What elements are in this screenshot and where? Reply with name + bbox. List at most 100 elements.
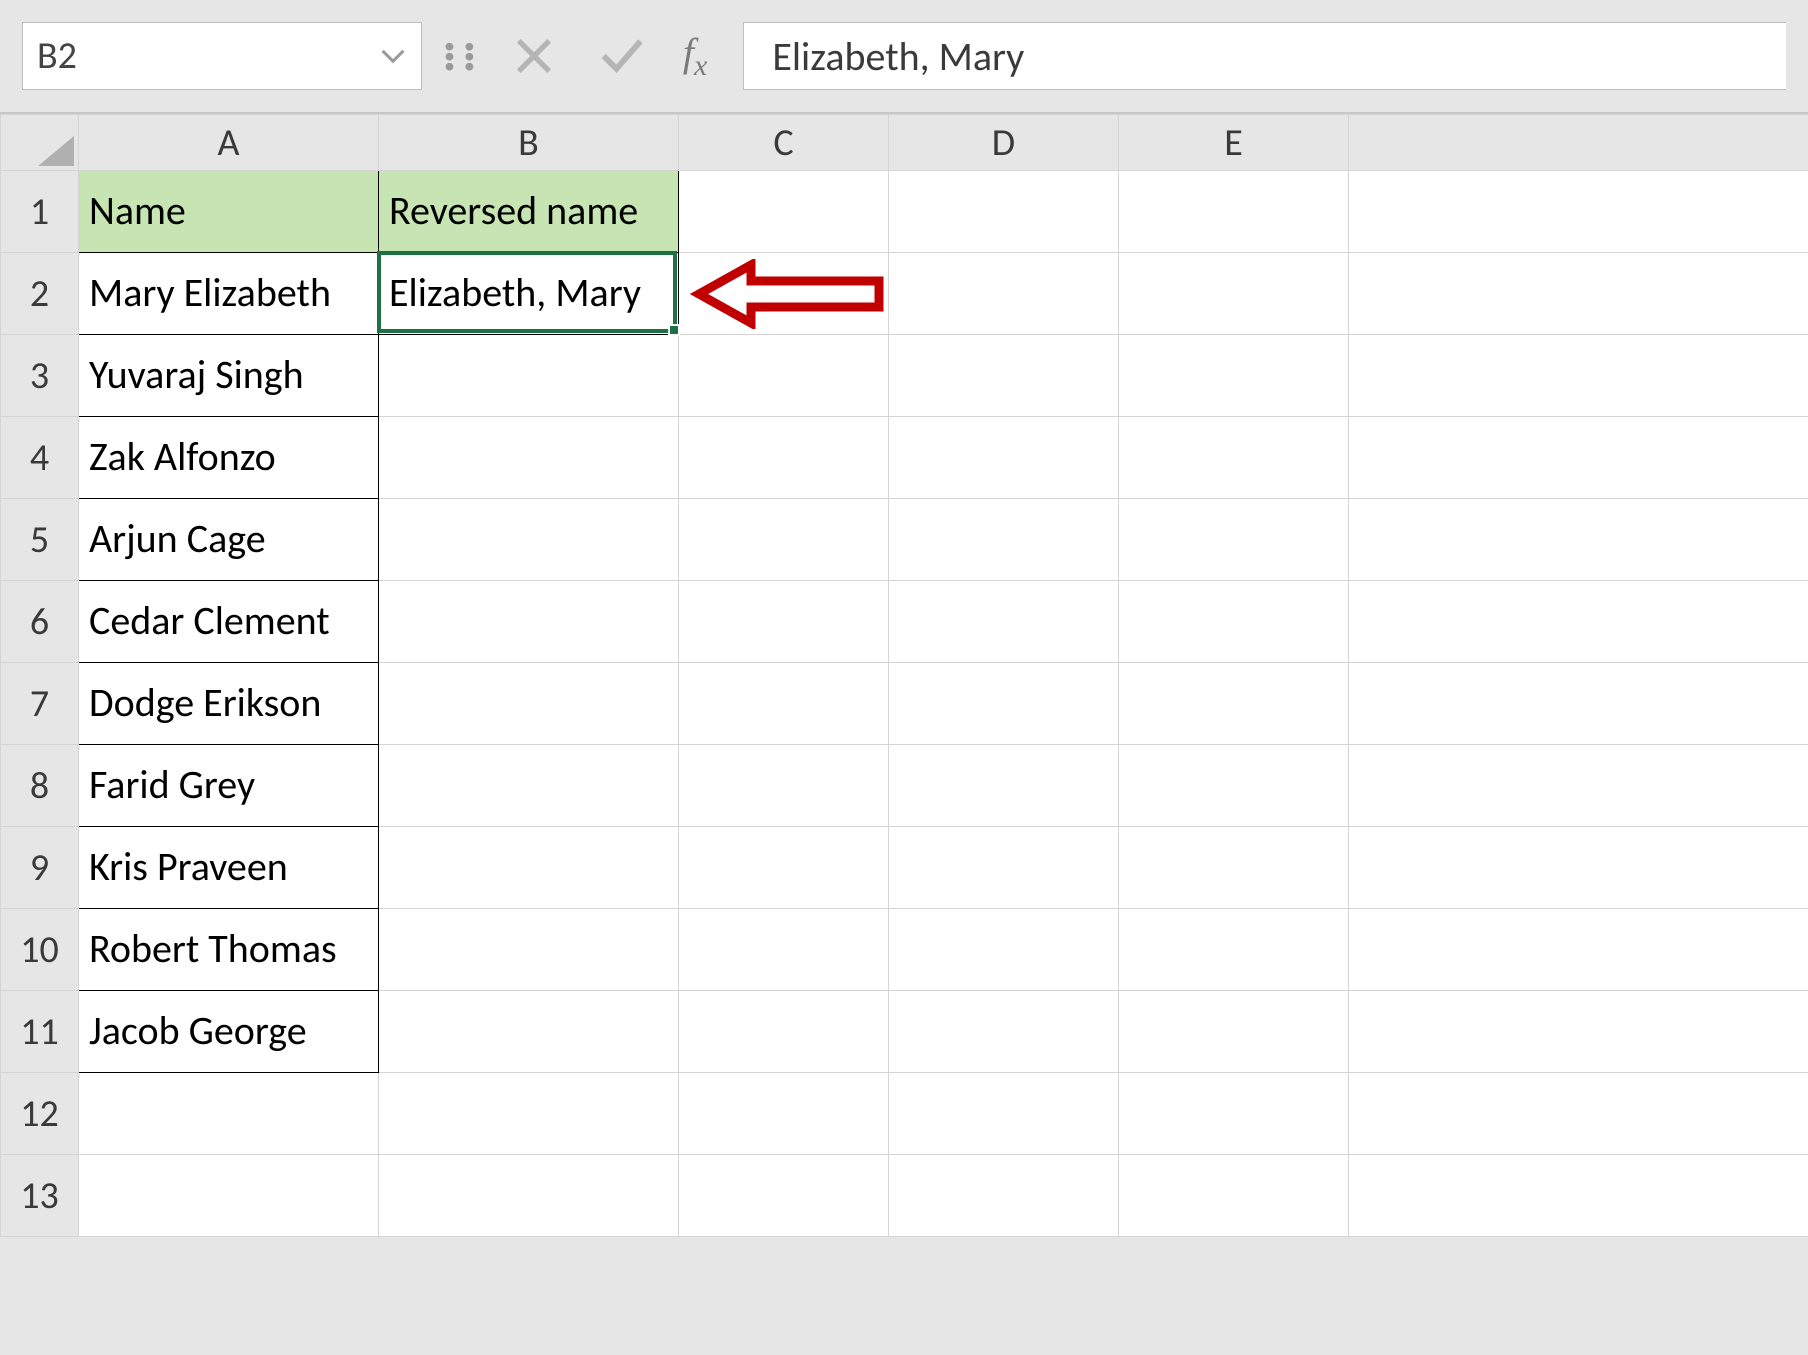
cell-B13[interactable] [379,1155,679,1237]
cell[interactable] [1349,663,1808,745]
cell[interactable] [1119,991,1349,1073]
row-header[interactable]: 4 [1,417,79,499]
row-header[interactable]: 5 [1,499,79,581]
cell-B4[interactable] [379,417,679,499]
row-header[interactable]: 2 [1,253,79,335]
cell[interactable] [889,581,1119,663]
cell[interactable] [679,745,889,827]
col-header-D[interactable]: D [889,115,1119,171]
enter-button[interactable] [587,22,657,90]
row-header[interactable]: 10 [1,909,79,991]
cell[interactable] [679,499,889,581]
cell[interactable] [1349,909,1808,991]
cell-B1[interactable]: Reversed name [379,171,679,253]
cell-B12[interactable] [379,1073,679,1155]
row-header[interactable]: 1 [1,171,79,253]
cell[interactable] [1349,1073,1808,1155]
row-header[interactable]: 12 [1,1073,79,1155]
cell[interactable] [679,417,889,499]
cell[interactable] [1119,663,1349,745]
row-header[interactable]: 13 [1,1155,79,1237]
cell[interactable] [679,663,889,745]
cell-A8[interactable]: Farid Grey [79,745,379,827]
name-box[interactable]: B2 [22,22,422,90]
cell[interactable] [679,581,889,663]
cell[interactable] [889,335,1119,417]
cell[interactable] [1119,581,1349,663]
cell-A1[interactable]: Name [79,171,379,253]
cell-A13[interactable] [79,1155,379,1237]
col-header-spill[interactable] [1349,115,1808,171]
cell-B3[interactable] [379,335,679,417]
cell[interactable] [1119,1155,1349,1237]
cell-A5[interactable]: Arjun Cage [79,499,379,581]
cell-B11[interactable] [379,991,679,1073]
cell[interactable] [679,171,889,253]
cell-A4[interactable]: Zak Alfonzo [79,417,379,499]
cell-A2[interactable]: Mary Elizabeth [79,253,379,335]
cell[interactable] [1119,745,1349,827]
row-header[interactable]: 11 [1,991,79,1073]
cell-A3[interactable]: Yuvaraj Singh [79,335,379,417]
cell[interactable] [679,909,889,991]
cell[interactable] [889,827,1119,909]
cell[interactable] [1349,417,1808,499]
cell[interactable] [1349,991,1808,1073]
cell[interactable] [889,1155,1119,1237]
cell[interactable] [679,253,889,335]
cell-A12[interactable] [79,1073,379,1155]
grid[interactable]: A B C D E 1 Name Reversed name 2 Mary El… [0,114,1808,1237]
formula-input[interactable]: Elizabeth, Mary [743,22,1786,90]
name-box-dropdown-icon[interactable] [369,25,417,87]
row-header[interactable]: 7 [1,663,79,745]
row-header[interactable]: 8 [1,745,79,827]
cell-B5[interactable] [379,499,679,581]
cell[interactable] [1119,1073,1349,1155]
cell[interactable] [1349,499,1808,581]
cell[interactable] [679,335,889,417]
cancel-button[interactable] [499,22,569,90]
cell[interactable] [889,663,1119,745]
cell[interactable] [1349,253,1808,335]
select-all-corner[interactable] [1,115,79,171]
cell-B8[interactable] [379,745,679,827]
cell[interactable] [1119,335,1349,417]
cell[interactable] [1349,745,1808,827]
cell[interactable] [1349,827,1808,909]
cell-A6[interactable]: Cedar Clement [79,581,379,663]
cell[interactable] [889,499,1119,581]
cell[interactable] [1119,253,1349,335]
cell[interactable] [1119,171,1349,253]
cell[interactable] [1349,171,1808,253]
cell[interactable] [1349,1155,1808,1237]
row-header[interactable]: 3 [1,335,79,417]
cell-B9[interactable] [379,827,679,909]
cell[interactable] [889,991,1119,1073]
cell-B10[interactable] [379,909,679,991]
cell[interactable] [1119,499,1349,581]
cell-A9[interactable]: Kris Praveen [79,827,379,909]
cell[interactable] [889,745,1119,827]
cell[interactable] [679,1155,889,1237]
cell[interactable] [889,417,1119,499]
col-header-A[interactable]: A [79,115,379,171]
cell-A7[interactable]: Dodge Erikson [79,663,379,745]
cell[interactable] [679,827,889,909]
cell[interactable] [679,991,889,1073]
cell[interactable] [889,909,1119,991]
cell-A10[interactable]: Robert Thomas [79,909,379,991]
cell[interactable] [889,171,1119,253]
cell[interactable] [889,1073,1119,1155]
cell[interactable] [1349,581,1808,663]
row-header[interactable]: 6 [1,581,79,663]
cell[interactable] [889,253,1119,335]
cell-A11[interactable]: Jacob George [79,991,379,1073]
cell[interactable] [1119,827,1349,909]
col-header-B[interactable]: B [379,115,679,171]
cell[interactable] [679,1073,889,1155]
cell[interactable] [1119,417,1349,499]
row-header[interactable]: 9 [1,827,79,909]
col-header-C[interactable]: C [679,115,889,171]
cell-B6[interactable] [379,581,679,663]
cell[interactable] [1119,909,1349,991]
